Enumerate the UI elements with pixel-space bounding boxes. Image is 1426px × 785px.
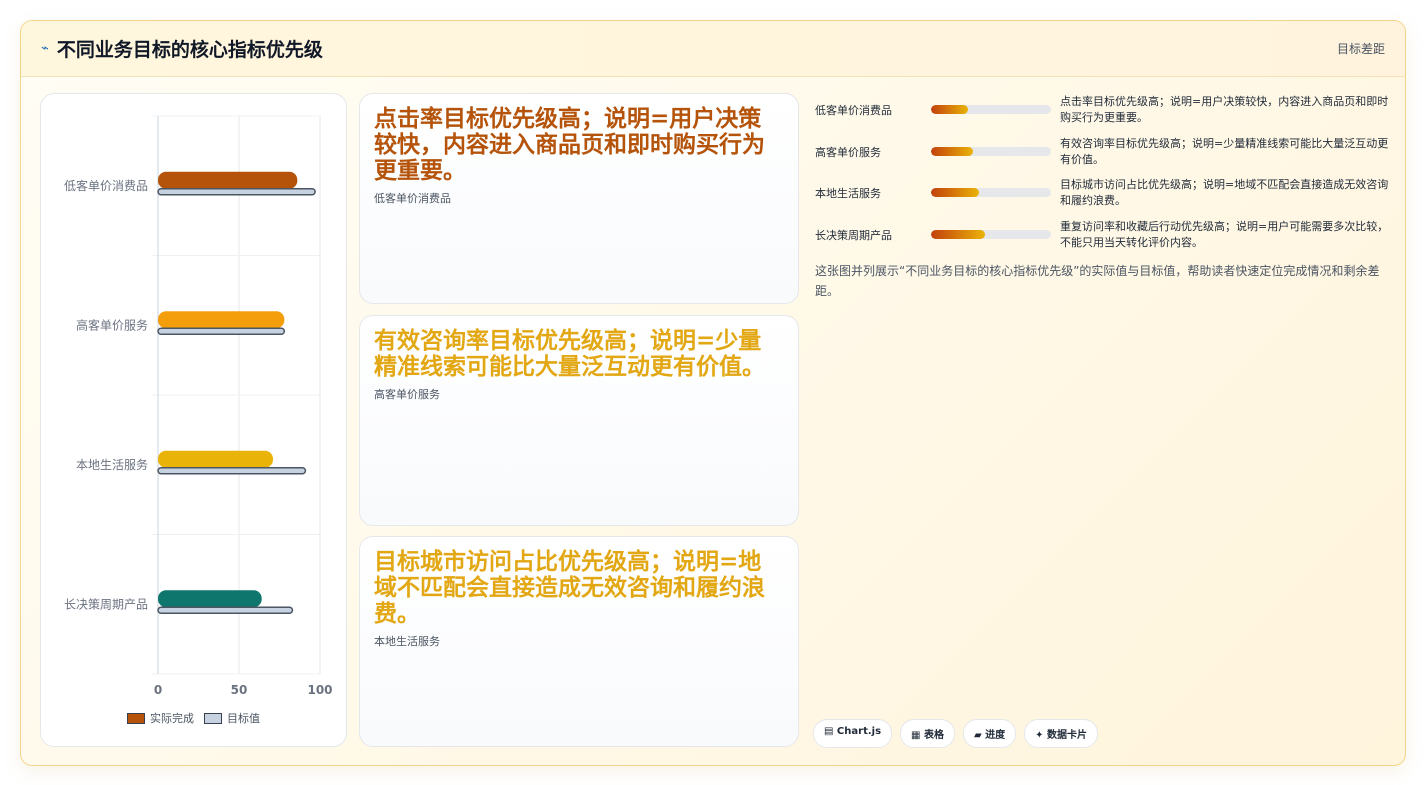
bar-actual (158, 311, 285, 329)
insight-text: 目标城市访问占比优先级高；说明=地域不匹配会直接造成无效咨询和履约浪费。 (374, 549, 765, 627)
progress-row: 本地生活服务 目标城市访问占比优先级高；说明=地域不匹配会直接造成无效咨询和履约… (813, 176, 1393, 216)
chip-chartjs[interactable]: ▤ Chart.js (813, 719, 893, 748)
progress-track (931, 147, 1051, 156)
progress-row: 高客单价服务 有效咨询率目标优先级高；说明=少量精准线索可能比大量泛互动更有价值… (813, 135, 1393, 175)
progress-track (931, 230, 1051, 239)
progress-label: 低客单价消费品 (815, 104, 892, 117)
bar-actual (158, 171, 298, 189)
progress-fill (931, 147, 973, 156)
insight-text: 有效咨询率目标优先级高；说明=少量精准线索可能比大量泛互动更有价值。 (374, 328, 765, 380)
chip-table[interactable]: ▦ 表格 (900, 719, 955, 748)
legend-item-actual[interactable]: 实际完成 (127, 710, 194, 726)
page-title: 不同业务目标的核心指标优先级 (56, 39, 323, 61)
bar-target (157, 327, 286, 335)
bar-target (157, 467, 307, 475)
progress-panel: 低客单价消费品 点击率目标优先级高；说明=用户决策较快，内容进入商品页和即时购买… (813, 93, 1393, 748)
progress-note: 点击率目标优先级高；说明=用户决策较快，内容进入商品页和即时购买行为更重要。 (1060, 95, 1389, 124)
insight-subtitle: 本地生活服务 (374, 635, 440, 648)
legend-item-target[interactable]: 目标值 (204, 710, 260, 726)
bar-chart: 低客单价消费品高客单价服务本地生活服务长决策周期产品 0 50 100 (64, 115, 333, 697)
progress-fill (931, 105, 969, 114)
insight-text: 点击率目标优先级高；说明=用户决策较快，内容进入商品页和即时购买行为更重要。 (374, 106, 765, 184)
insight-subtitle: 高客单价服务 (374, 388, 440, 401)
y-tick-label: 长决策周期产品 (64, 597, 148, 611)
x-tick-label: 100 (307, 683, 332, 697)
bar-target (157, 188, 316, 196)
y-tick-label: 低客单价消费品 (64, 178, 148, 193)
chart-icon: ⌁ (41, 41, 49, 56)
progress-row: 长决策周期产品 重复访问率和收藏后行动优先级高；说明=用户可能需要多次比较，不能… (813, 218, 1393, 258)
progress-label: 本地生活服务 (815, 187, 881, 200)
progress-label: 长决策周期产品 (815, 229, 892, 242)
insight-card: 有效咨询率目标优先级高；说明=少量精准线索可能比大量泛互动更有价值。 高客单价服… (359, 315, 799, 526)
y-tick-label: 本地生活服务 (76, 457, 148, 472)
x-tick-label: 50 (231, 683, 248, 697)
chart-legend: 实际完成 目标值 (41, 710, 346, 726)
bar-actual (158, 590, 262, 608)
header: ⌁ 不同业务目标的核心指标优先级 目标差距 (21, 21, 1405, 77)
summary-text: 这张图并列展示“不同业务目标的核心指标优先级”的实际值与目标值，帮助读者快速定位… (815, 264, 1380, 298)
legend-swatch-target (204, 712, 222, 724)
progress-label: 高客单价服务 (815, 146, 881, 159)
y-tick-label: 高客单价服务 (76, 317, 148, 332)
legend-swatch-actual (127, 712, 145, 724)
progress-note: 重复访问率和收藏后行动优先级高；说明=用户可能需要多次比较，不能只用当天转化评价… (1060, 220, 1389, 249)
chip-progress[interactable]: ▰ 进度 (962, 719, 1017, 748)
progress-fill (931, 188, 979, 197)
progress-row: 低客单价消费品 点击率目标优先级高；说明=用户决策较快，内容进入商品页和即时购买… (813, 93, 1393, 133)
header-tag: 目标差距 (1336, 42, 1385, 56)
insight-subtitle: 低客单价消费品 (374, 192, 451, 205)
bar-actual (158, 450, 274, 468)
insight-card: 点击率目标优先级高；说明=用户决策较快，内容进入商品页和即时购买行为更重要。 低… (359, 93, 799, 304)
bar-target (157, 606, 294, 614)
x-tick-label: 0 (154, 683, 162, 697)
insight-card: 目标城市访问占比优先级高；说明=地域不匹配会直接造成无效咨询和履约浪费。 本地生… (359, 536, 799, 747)
progress-note: 有效咨询率目标优先级高；说明=少量精准线索可能比大量泛互动更有价值。 (1060, 137, 1389, 166)
view-chips: ▤ Chart.js ▦ 表格 ▰ 进度 ✦ 数据卡片 (813, 719, 1099, 748)
dashboard-panel: ⌁ 不同业务目标的核心指标优先级 目标差距 低客单价消费品 高客单价服务 本地生活服… (20, 20, 1406, 766)
progress-fill (931, 230, 985, 239)
progress-note: 目标城市访问占比优先级高；说明=地域不匹配会直接造成无效咨询和履约浪费。 (1060, 178, 1389, 207)
chip-data-card[interactable]: ✦ 数据卡片 (1024, 719, 1099, 748)
progress-track (931, 105, 1051, 114)
legend-label-target: 目标值 (227, 712, 260, 725)
progress-track (931, 188, 1051, 197)
legend-label-actual: 实际完成 (150, 712, 194, 725)
chart-card: 低客单价消费品高客单价服务 本地生活服务长决策周期产品 0 50 100 实际完成 目标… (40, 93, 347, 747)
